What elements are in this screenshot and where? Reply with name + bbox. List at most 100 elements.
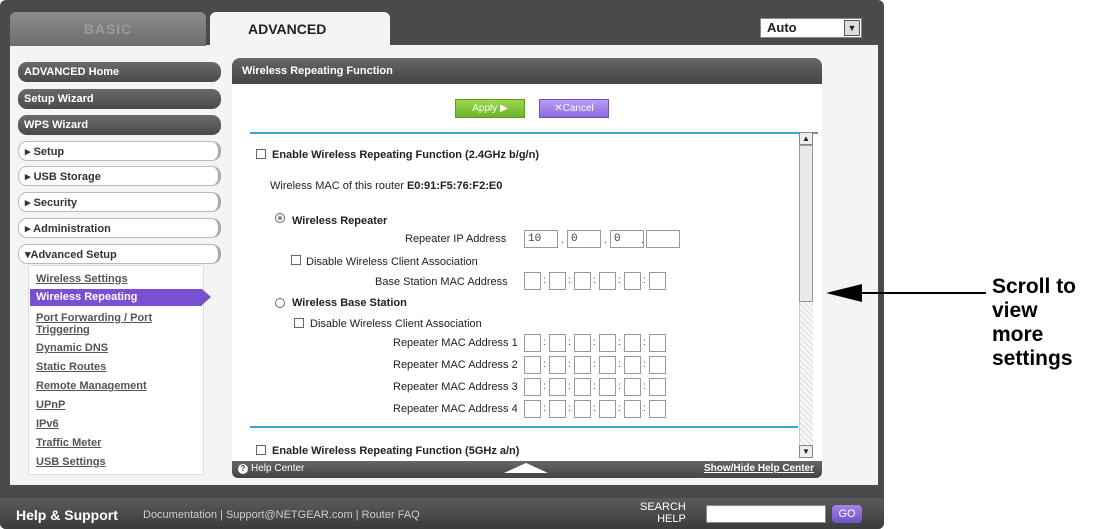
scroll-down-arrow-icon[interactable]: ▼ <box>799 445 813 458</box>
scrollbar-thumb[interactable] <box>799 145 813 302</box>
repeater-ip-octet-4[interactable] <box>646 230 680 248</box>
apply-button[interactable]: Apply ▶ <box>455 99 525 118</box>
mac-field[interactable] <box>524 378 541 396</box>
search-input[interactable] <box>706 505 826 523</box>
repeater-mac-3-label: Repeater MAC Address 3 <box>393 381 518 393</box>
sidebar-item-usb-settings[interactable]: USB Settings <box>36 456 106 468</box>
mac-colon: : <box>568 275 571 286</box>
mac-field[interactable] <box>549 272 566 290</box>
mac-colon: : <box>593 337 596 348</box>
mac-field[interactable] <box>549 400 566 418</box>
sidebar-item-dynamic-dns[interactable]: Dynamic DNS <box>36 342 108 354</box>
repeater-disable-client-checkbox[interactable] <box>291 255 301 265</box>
language-select-value: Auto <box>767 20 797 35</box>
sidebar-item-port-forwarding-cont[interactable]: Triggering <box>36 324 90 336</box>
mac-colon: : <box>643 403 646 414</box>
repeater-ip-octet-1[interactable]: 10 <box>524 230 558 248</box>
sidebar-advanced-home[interactable]: ADVANCED Home <box>18 62 221 82</box>
mac-field[interactable] <box>574 356 591 374</box>
mac-field[interactable] <box>624 378 641 396</box>
mac-colon: : <box>543 381 546 392</box>
sidebar-item-wireless-settings[interactable]: Wireless Settings <box>36 273 128 285</box>
mac-field[interactable] <box>574 272 591 290</box>
show-hide-help-link[interactable]: Show/Hide Help Center <box>704 463 814 474</box>
sidebar-wps-wizard[interactable]: WPS Wizard <box>18 115 221 135</box>
go-button[interactable]: GO <box>832 505 862 523</box>
mac-field[interactable] <box>599 334 616 352</box>
sidebar-security[interactable]: ▸ Security <box>18 192 221 212</box>
mac-colon: : <box>543 403 546 414</box>
sidebar-item-remote-management[interactable]: Remote Management <box>36 380 147 392</box>
footer-bar: Help & Support Documentation | Support@N… <box>0 498 884 529</box>
base-station-mac-label: Base Station MAC Address <box>375 276 508 288</box>
mac-field[interactable] <box>524 272 541 290</box>
mac-field[interactable] <box>624 400 641 418</box>
scroll-up-arrow-icon[interactable]: ▲ <box>799 132 813 145</box>
cancel-button[interactable]: ✕Cancel <box>539 99 609 118</box>
repeater-ip-label: Repeater IP Address <box>405 233 507 245</box>
wireless-repeater-radio[interactable] <box>275 213 285 223</box>
mac-field[interactable] <box>549 356 566 374</box>
sidebar-setup[interactable]: ▸ Setup <box>18 141 221 161</box>
help-center-link[interactable]: ? Help Center <box>238 463 304 474</box>
mac-colon: : <box>543 275 546 286</box>
mac-field[interactable] <box>549 334 566 352</box>
chevron-down-icon[interactable]: ▼ <box>844 20 860 36</box>
wireless-base-station-label: Wireless Base Station <box>292 297 407 309</box>
sidebar-item-upnp[interactable]: UPnP <box>36 399 65 411</box>
mac-field[interactable] <box>599 356 616 374</box>
sidebar-item-traffic-meter[interactable]: Traffic Meter <box>36 437 101 449</box>
enable-24ghz-checkbox[interactable] <box>256 149 266 159</box>
mac-field[interactable] <box>549 378 566 396</box>
enable-24ghz-label: Enable Wireless Repeating Function (2.4G… <box>272 149 539 161</box>
repeater-disable-client-label: Disable Wireless Client Association <box>306 256 478 268</box>
sidebar-item-port-forwarding[interactable]: Port Forwarding / Port <box>36 312 152 324</box>
tab-advanced[interactable]: ADVANCED <box>210 12 390 46</box>
mac-field[interactable] <box>624 272 641 290</box>
mac-colon: : <box>593 403 596 414</box>
section-divider <box>250 426 798 428</box>
mac-colon: : <box>593 275 596 286</box>
sidebar-setup-wizard[interactable]: Setup Wizard <box>18 89 221 109</box>
mac-field[interactable] <box>624 334 641 352</box>
mac-field[interactable] <box>599 272 616 290</box>
mac-field[interactable] <box>574 400 591 418</box>
mac-field[interactable] <box>649 356 666 374</box>
repeater-mac-2-label: Repeater MAC Address 2 <box>393 359 518 371</box>
callout-arrow-icon <box>826 284 862 302</box>
sidebar-usb-storage[interactable]: ▸ USB Storage <box>18 166 221 186</box>
repeater-ip-octet-3[interactable]: 0 <box>610 230 644 248</box>
mac-colon: : <box>568 359 571 370</box>
mac-field[interactable] <box>624 356 641 374</box>
mac-field[interactable] <box>524 400 541 418</box>
repeater-mac-1-label: Repeater MAC Address 1 <box>393 337 518 349</box>
tab-basic[interactable]: BASIC <box>10 12 206 46</box>
expand-up-icon[interactable] <box>504 463 548 473</box>
wireless-base-station-radio[interactable] <box>275 298 285 308</box>
mac-colon: : <box>618 337 621 348</box>
mac-field[interactable] <box>524 356 541 374</box>
footer-links[interactable]: Documentation | Support@NETGEAR.com | Ro… <box>143 509 420 521</box>
mac-field[interactable] <box>524 334 541 352</box>
mac-colon: : <box>618 381 621 392</box>
sidebar-administration[interactable]: ▸ Administration <box>18 218 221 238</box>
mac-field[interactable] <box>574 334 591 352</box>
mac-colon: : <box>543 359 546 370</box>
mac-field[interactable] <box>649 378 666 396</box>
sidebar-item-ipv6[interactable]: IPv6 <box>36 418 59 430</box>
mac-colon: : <box>568 403 571 414</box>
sidebar-item-wireless-repeating[interactable]: Wireless Repeating <box>30 289 211 306</box>
mac-field[interactable] <box>599 400 616 418</box>
repeater-ip-octet-2[interactable]: 0 <box>567 230 601 248</box>
sidebar-advanced-setup[interactable]: ▾Advanced Setup <box>18 244 221 264</box>
mac-field[interactable] <box>649 334 666 352</box>
question-icon: ? <box>238 464 248 474</box>
mac-field[interactable] <box>649 400 666 418</box>
language-select[interactable]: Auto ▼ <box>760 18 862 38</box>
mac-field[interactable] <box>599 378 616 396</box>
mac-field[interactable] <box>574 378 591 396</box>
enable-5ghz-checkbox[interactable] <box>256 445 266 455</box>
mac-field[interactable] <box>649 272 666 290</box>
base-disable-client-checkbox[interactable] <box>294 318 304 328</box>
sidebar-item-static-routes[interactable]: Static Routes <box>36 361 106 373</box>
